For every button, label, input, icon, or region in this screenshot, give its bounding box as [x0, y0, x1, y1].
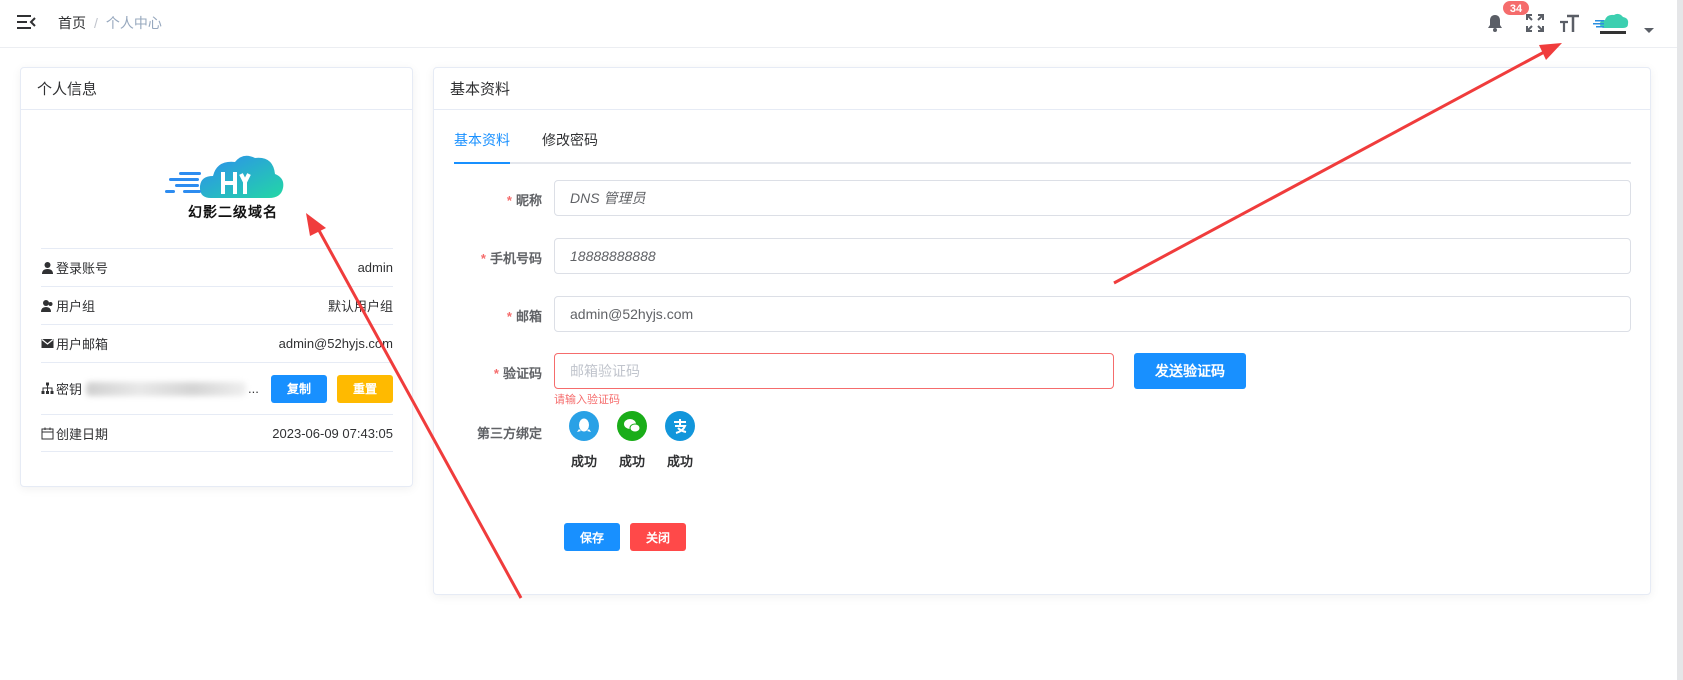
card-title: 基本资料	[434, 68, 1650, 110]
page: 首页 / 个人中心 34 个人信息 幻影二级域名 登录账号 admin 用户组 …	[0, 0, 1683, 680]
info-row-secret-key: 密钥 ... 复制 重置	[41, 362, 393, 414]
fullscreen-icon[interactable]	[1524, 12, 1546, 34]
info-value: admin@52hyjs.com	[278, 336, 393, 351]
social-qq: 成功	[564, 411, 604, 470]
code-input[interactable]	[554, 353, 1114, 389]
third-party-label: 第三方绑定	[476, 426, 542, 441]
hamburger-menu-icon[interactable]	[16, 12, 36, 32]
basic-profile-card: 基本资料 基本资料 修改密码 *昵称 *手机号码 *邮箱 *验证码 发送验证码 …	[433, 67, 1651, 595]
tab-change-password[interactable]: 修改密码	[542, 120, 598, 164]
phone-input[interactable]	[554, 238, 1631, 274]
email-input[interactable]	[554, 296, 1631, 332]
info-value: admin	[357, 260, 393, 275]
info-row-account: 登录账号 admin	[41, 248, 393, 286]
breadcrumb-home[interactable]: 首页	[58, 13, 86, 33]
nickname-label: * 昵称	[506, 193, 542, 208]
mail-icon	[41, 339, 54, 348]
breadcrumb-current: 个人中心	[105, 15, 162, 31]
phone-label: * 手机号码	[480, 251, 542, 266]
font-size-icon[interactable]	[1558, 12, 1580, 34]
secret-key-ellipsis: ...	[248, 381, 259, 396]
info-label-text: 密钥	[56, 382, 83, 397]
secret-key-value	[86, 381, 247, 396]
scrollbar-edge	[1677, 0, 1683, 680]
send-code-button[interactable]: 发送验证码	[1134, 353, 1246, 389]
info-label-text: 用户邮箱	[56, 337, 109, 352]
info-row-email: 用户邮箱 admin@52hyjs.com	[41, 324, 393, 362]
logo-text: 幻影二级域名	[188, 204, 278, 220]
info-label-text: 登录账号	[56, 261, 109, 276]
card-title: 个人信息	[21, 68, 412, 110]
info-list: 登录账号 admin 用户组 默认用户组 用户邮箱 admin@52hyjs.c…	[41, 248, 393, 452]
info-value: 2023-06-09 07:43:05	[272, 425, 393, 441]
users-icon	[41, 300, 53, 312]
qq-icon[interactable]	[569, 411, 599, 441]
code-label: * 验证码	[493, 366, 542, 381]
save-button[interactable]: 保存	[564, 523, 620, 551]
avatar[interactable]	[1592, 8, 1634, 38]
tab-basic-info[interactable]: 基本资料	[454, 120, 510, 164]
bell-icon[interactable]	[1484, 12, 1506, 34]
personal-info-card: 个人信息 幻影二级域名 登录账号 admin 用户组 默认用户组 用户邮箱 ad…	[20, 67, 413, 487]
wechat-icon[interactable]	[617, 411, 647, 441]
code-error-message: 请输入验证码	[554, 394, 620, 406]
nickname-input[interactable]	[554, 180, 1631, 216]
info-row-group: 用户组 默认用户组	[41, 286, 393, 324]
breadcrumb: 首页 / 个人中心	[58, 13, 162, 33]
email-label: * 邮箱	[506, 309, 542, 324]
site-logo: 幻影二级域名	[155, 146, 305, 226]
calendar-icon	[41, 427, 54, 439]
info-label-text: 用户组	[56, 299, 96, 314]
breadcrumb-separator: /	[94, 15, 98, 31]
social-wechat: 成功	[612, 411, 652, 470]
alipay-icon[interactable]	[665, 411, 695, 441]
social-status: 成功	[618, 454, 645, 469]
top-navbar: 首页 / 个人中心 34	[0, 0, 1683, 48]
chevron-down-icon[interactable]	[1644, 28, 1654, 33]
user-icon	[42, 262, 53, 274]
tabs: 基本资料 修改密码	[454, 120, 1631, 164]
info-value: 默认用户组	[327, 299, 393, 314]
social-status: 成功	[570, 454, 597, 469]
info-row-created: 创建日期 2023-06-09 07:43:05	[41, 414, 393, 452]
tree-icon	[41, 382, 54, 394]
social-alipay: 成功	[660, 411, 700, 470]
social-status: 成功	[666, 454, 693, 469]
info-label-text: 创建日期	[56, 426, 109, 442]
reset-button[interactable]: 重置	[337, 374, 393, 403]
close-button[interactable]: 关闭	[630, 523, 686, 551]
copy-button[interactable]: 复制	[271, 374, 327, 403]
